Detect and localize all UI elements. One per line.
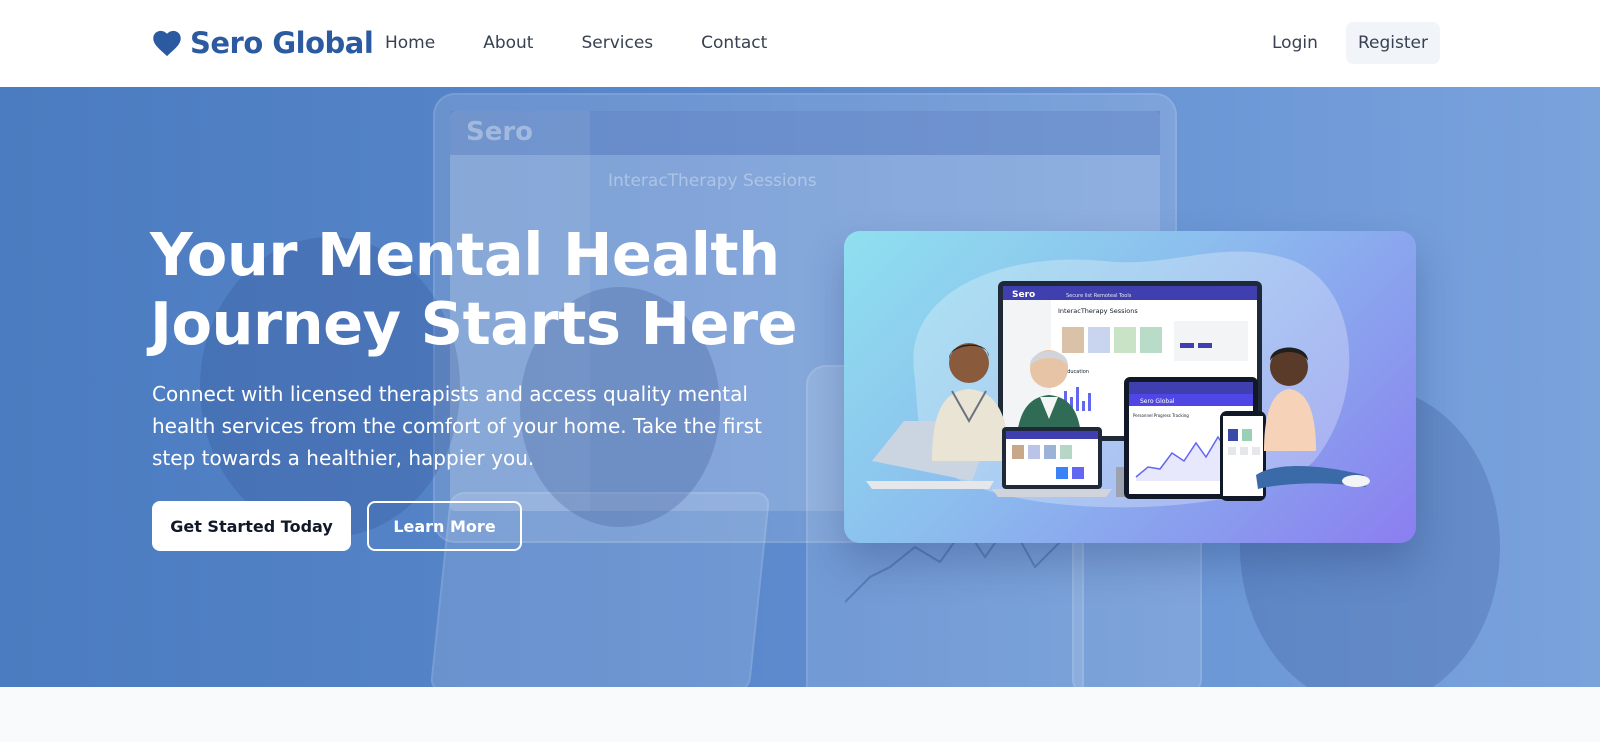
- nav-home[interactable]: Home: [385, 33, 435, 53]
- headline-line-2: Journey Starts Here: [150, 289, 798, 358]
- register-button[interactable]: Register: [1346, 22, 1440, 64]
- hero-image-card: Sero Secure list Remoteal Tools InteracT…: [844, 231, 1416, 543]
- hero-headline: Your Mental Health Journey Starts Here: [150, 220, 850, 358]
- nav-about[interactable]: About: [483, 33, 533, 53]
- site-header: Sero Global Home About Services Contact …: [0, 0, 1600, 87]
- monitor-sessions-title: InteracTherapy Sessions: [1058, 307, 1138, 315]
- devices-illustration: Sero Secure list Remoteal Tools InteracT…: [866, 251, 1370, 508]
- next-section-strip: [0, 687, 1600, 742]
- nav-services[interactable]: Services: [581, 33, 653, 53]
- tablet-brand: Sero Global: [1140, 398, 1175, 405]
- login-link[interactable]: Login: [1272, 33, 1318, 53]
- get-started-button[interactable]: Get Started Today: [152, 501, 351, 551]
- tablet-chart-label: Personnel Progress Tracking: [1133, 413, 1189, 418]
- learn-more-button[interactable]: Learn More: [367, 501, 522, 551]
- brand-name: Sero Global: [190, 26, 374, 60]
- brand-logo[interactable]: Sero Global: [152, 26, 374, 60]
- heart-icon: [153, 30, 181, 57]
- headline-line-1: Your Mental Health: [150, 220, 780, 289]
- main-nav: Home About Services Contact: [385, 33, 815, 53]
- hero-subtext: Connect with licensed therapists and acc…: [152, 382, 762, 470]
- hero-section: Sero InteracTherapy Sessions Your Mental…: [0, 87, 1600, 687]
- monitor-app-tagline: Secure list Remoteal Tools: [1066, 293, 1132, 299]
- nav-contact[interactable]: Contact: [701, 33, 767, 53]
- monitor-app-name: Sero: [1012, 290, 1035, 300]
